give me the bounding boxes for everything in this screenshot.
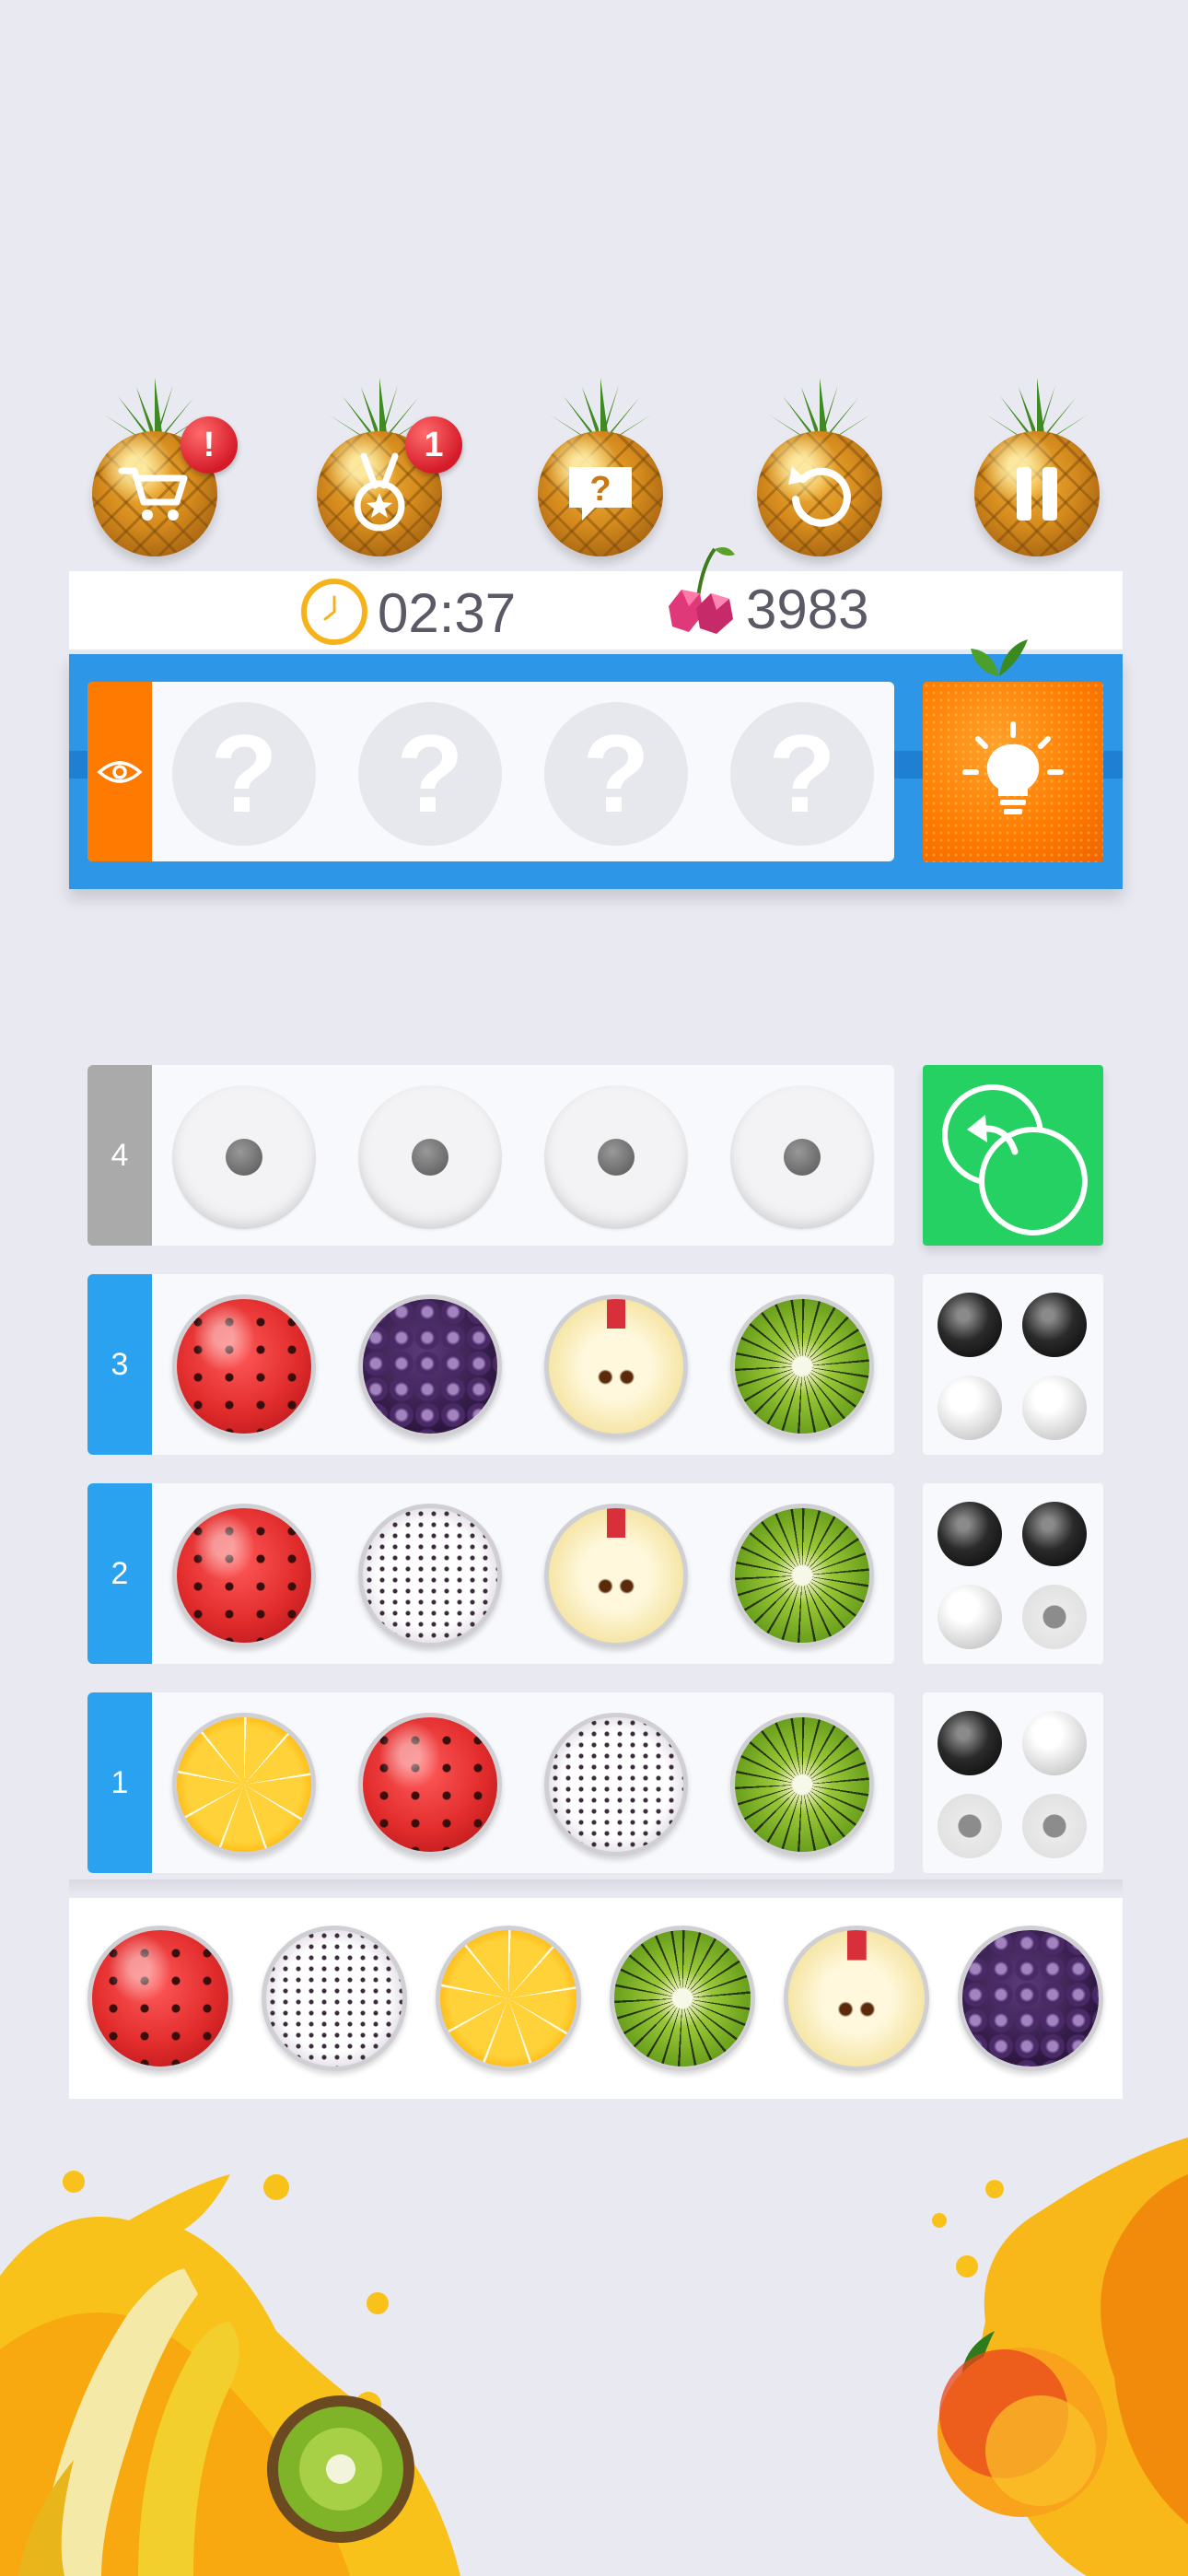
kiwi-icon — [730, 1713, 874, 1856]
pause-button[interactable] — [963, 378, 1111, 562]
empty-peg — [1022, 1585, 1087, 1649]
leaf-icon — [971, 639, 1028, 676]
guess-row-2: 2 — [87, 1483, 894, 1664]
lemon-icon — [172, 1713, 316, 1856]
palette-apple[interactable] — [784, 1926, 929, 2071]
row-number: 4 — [87, 1065, 152, 1246]
dragonfruit-icon — [358, 1504, 502, 1647]
restart-icon — [757, 431, 882, 556]
palette-blackberry[interactable] — [958, 1926, 1103, 2071]
palette-dragonfruit[interactable] — [262, 1926, 407, 2071]
empty-slot[interactable] — [358, 1085, 502, 1229]
black-peg — [1022, 1293, 1087, 1357]
clock-icon — [301, 579, 367, 645]
white-peg — [1022, 1711, 1087, 1775]
watermelon-icon — [172, 1294, 316, 1438]
feedback-pegs-row-3 — [923, 1274, 1103, 1455]
row-number: 3 — [87, 1274, 152, 1455]
empty-slot[interactable] — [172, 1085, 316, 1229]
help-button[interactable]: ? — [527, 378, 674, 562]
palette-kiwi[interactable] — [610, 1926, 755, 2071]
mango-juice-splash-illustration — [932, 2137, 1188, 2576]
row-number: 2 — [87, 1483, 152, 1664]
secret-slot: ? — [544, 702, 688, 846]
score: 3983 — [746, 579, 869, 640]
secret-slot: ? — [358, 702, 502, 846]
apple-icon — [544, 1504, 688, 1647]
secret-slot: ? — [172, 702, 316, 846]
empty-peg — [1022, 1794, 1087, 1858]
blackberry-icon — [358, 1294, 502, 1438]
secret-code-card: ? ? ? ? — [87, 682, 894, 861]
restart-button[interactable] — [746, 378, 893, 562]
lightbulb-icon — [962, 721, 1064, 814]
empty-slot[interactable] — [730, 1085, 874, 1229]
pause-icon — [974, 431, 1100, 556]
black-peg — [1022, 1502, 1087, 1566]
apple-icon — [544, 1294, 688, 1438]
hint-button[interactable] — [923, 682, 1103, 862]
feedback-pegs-row-2 — [923, 1483, 1103, 1664]
white-peg — [938, 1585, 1002, 1649]
undo-button[interactable] — [923, 1065, 1103, 1246]
watermelon-icon — [172, 1504, 316, 1647]
undo-icon — [942, 1084, 1088, 1235]
notification-badge: ! — [181, 416, 238, 474]
kiwi-icon — [730, 1504, 874, 1647]
black-peg — [938, 1711, 1002, 1775]
row-number: 1 — [87, 1692, 152, 1873]
kiwi-icon — [730, 1294, 874, 1438]
white-peg — [1022, 1376, 1087, 1440]
black-peg — [938, 1293, 1002, 1357]
black-peg — [938, 1502, 1002, 1566]
empty-slot[interactable] — [544, 1085, 688, 1229]
palette-divider — [69, 1879, 1123, 1896]
shop-button[interactable]: ! — [81, 378, 238, 562]
notification-badge: 1 — [405, 416, 462, 474]
eye-icon — [97, 760, 143, 783]
reveal-tab[interactable] — [87, 682, 152, 861]
cherry-gem-icon — [669, 547, 735, 634]
guess-row-4: 4 — [87, 1065, 894, 1246]
feedback-pegs-row-1 — [923, 1692, 1103, 1873]
banana-kiwi-splash-illustration — [0, 2171, 460, 2576]
palette-lemon[interactable] — [436, 1926, 581, 2071]
watermelon-icon — [358, 1713, 502, 1856]
timer: 02:37 — [378, 582, 517, 644]
dragonfruit-icon — [544, 1713, 688, 1856]
fruit-palette — [69, 1898, 1123, 2099]
palette-watermelon[interactable] — [87, 1926, 233, 2071]
svg-text:?: ? — [589, 470, 611, 509]
empty-peg — [938, 1794, 1002, 1858]
white-peg — [938, 1376, 1002, 1440]
secret-slot: ? — [730, 702, 874, 846]
achievements-button[interactable]: 1 — [306, 378, 462, 562]
guess-row-3: 3 — [87, 1274, 894, 1455]
question-bubble-icon: ? — [538, 431, 663, 556]
status-bar — [69, 571, 1123, 650]
guess-row-1: 1 — [87, 1692, 894, 1873]
